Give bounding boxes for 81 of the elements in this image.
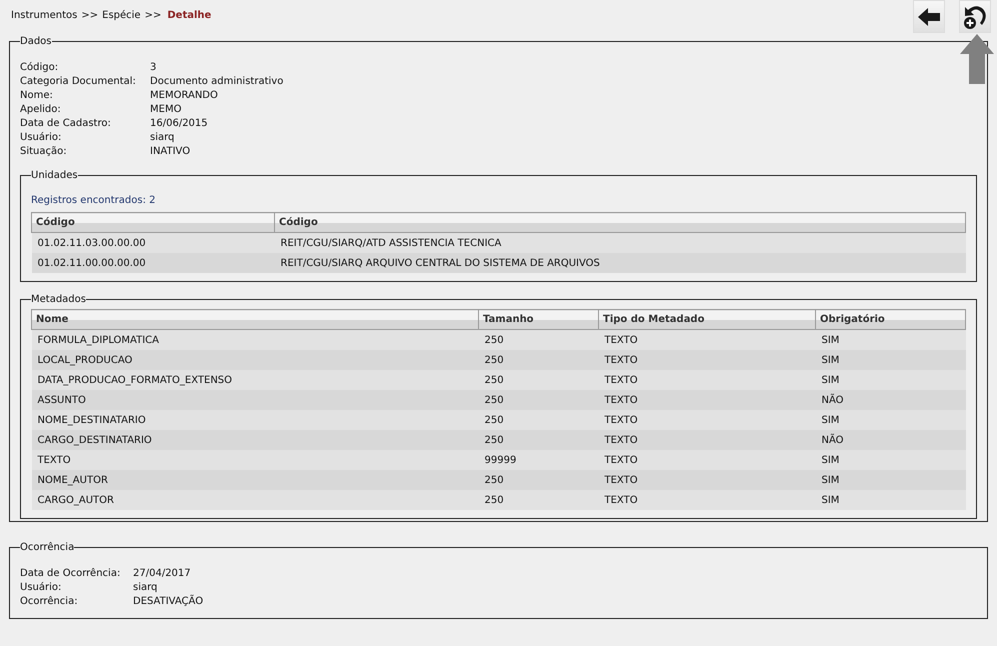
column-header: Tamanho: [478, 310, 598, 330]
table-cell: TEXTO: [598, 330, 816, 350]
back-arrow-icon: [917, 6, 941, 26]
breadcrumb-separator: >>: [144, 10, 162, 21]
back-button[interactable]: [913, 0, 945, 33]
table-cell: 99999: [478, 450, 598, 470]
field-value: 27/04/2017: [133, 567, 192, 580]
column-header: Nome: [32, 310, 478, 330]
field-value: MEMO: [150, 103, 182, 116]
column-header: Código: [274, 212, 966, 232]
section-legend: Metadados: [31, 294, 86, 305]
table-cell: TEXTO: [598, 350, 816, 370]
table-cell: 250: [478, 470, 598, 490]
table-cell: CARGO_AUTOR: [32, 490, 478, 510]
field-value: MEMORANDO: [150, 89, 219, 102]
table-cell: 01.02.11.03.00.00.00: [32, 232, 274, 253]
table-cell: NOME_AUTOR: [32, 470, 478, 490]
breadcrumb-current: Detalhe: [167, 10, 212, 21]
table-cell: NOME_DESTINATARIO: [32, 410, 478, 430]
field-value: 16/06/2015: [150, 117, 209, 130]
table-cell: SIM: [816, 370, 966, 390]
table-cell: 250: [478, 490, 598, 510]
field-label: Nome:: [20, 89, 54, 102]
table-cell: FORMULA_DIPLOMATICA: [32, 330, 478, 350]
table-cell: REIT/CGU/SIARQ/ATD ASSISTENCIA TECNICA: [274, 232, 966, 253]
field-value: INATIVO: [150, 145, 192, 158]
field-label: Ocorrência:: [20, 595, 79, 608]
table-cell: SIM: [816, 330, 966, 350]
field-value: siarq: [150, 131, 176, 144]
undo-plus-icon: [962, 4, 988, 30]
table-cell: TEXTO: [598, 390, 816, 410]
field-value: Documento administrativo: [150, 75, 284, 88]
field-label: Data de Ocorrência:: [20, 567, 122, 580]
field-value: 3: [150, 61, 158, 74]
column-header: Código: [32, 212, 274, 232]
breadcrumb-separator: >>: [81, 10, 98, 21]
field-label: Situação:: [20, 145, 68, 158]
table-cell: NÃO: [816, 390, 966, 410]
table-cell: TEXTO: [598, 470, 816, 490]
field-label: Usuário:: [20, 581, 62, 594]
undo-add-button[interactable]: [959, 0, 991, 33]
table-cell: 250: [478, 350, 598, 370]
table-cell: DATA_PRODUCAO_FORMATO_EXTENSO: [32, 370, 478, 390]
pointer-arrow-icon: [960, 34, 994, 84]
table-cell: 01.02.11.00.00.00.00: [32, 253, 274, 273]
table-cell: SIM: [816, 470, 966, 490]
table-cell: TEXTO: [598, 450, 816, 470]
section-legend: Ocorrência: [20, 542, 74, 553]
table-cell: 250: [478, 390, 598, 410]
field-value: siarq: [133, 581, 158, 594]
field-label: Código:: [20, 61, 60, 74]
table-cell: NÃO: [816, 430, 966, 450]
table-cell: 250: [478, 430, 598, 450]
table-cell: 250: [478, 370, 598, 390]
table-cell: TEXTO: [598, 490, 816, 510]
table-cell: SIM: [816, 450, 966, 470]
column-header: Obrigatório: [816, 310, 966, 330]
table-cell: CARGO_DESTINATARIO: [32, 430, 478, 450]
table-cell: REIT/CGU/SIARQ ARQUIVO CENTRAL DO SISTEMA DE ARQUIVOS: [274, 253, 966, 273]
table-cell: TEXTO: [32, 450, 478, 470]
field-label: Data de Cadastro:: [20, 117, 112, 130]
section-legend: Dados: [20, 36, 52, 47]
field-label: Categoria Documental:: [20, 75, 137, 88]
field-label: Usuário:: [20, 131, 62, 144]
table-cell: SIM: [816, 410, 966, 430]
table-cell: TEXTO: [598, 430, 816, 450]
table-cell: TEXTO: [598, 370, 816, 390]
records-count: Registros encontrados: 2: [31, 195, 156, 206]
table-cell: ASSUNTO: [32, 390, 478, 410]
table-cell: SIM: [816, 490, 966, 510]
column-header: Tipo do Metadado: [598, 310, 816, 330]
breadcrumb-link[interactable]: Instrumentos: [11, 10, 78, 21]
table-cell: SIM: [816, 350, 966, 370]
table-cell: 250: [478, 330, 598, 350]
field-value: DESATIVAÇÃO: [133, 595, 204, 608]
section-legend: Unidades: [31, 170, 78, 181]
breadcrumb-link[interactable]: Espécie: [102, 10, 141, 21]
field-label: Apelido:: [20, 103, 62, 116]
table-cell: 250: [478, 410, 598, 430]
table-cell: LOCAL_PRODUCAO: [32, 350, 478, 370]
table-cell: TEXTO: [598, 410, 816, 430]
